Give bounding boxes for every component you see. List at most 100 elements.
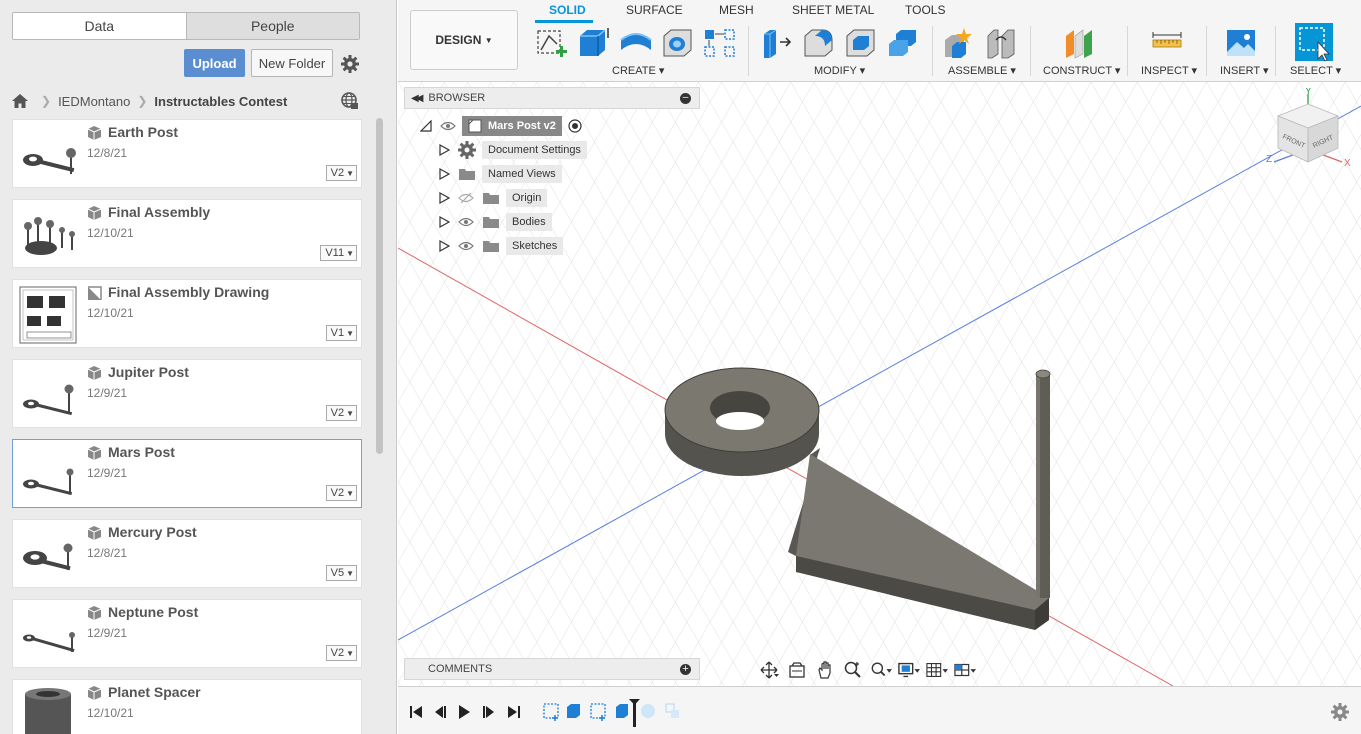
measure-icon[interactable] xyxy=(1150,26,1184,60)
go-to-end-icon[interactable] xyxy=(506,704,522,720)
activate-radio-icon[interactable] xyxy=(568,119,582,133)
inspect-menu[interactable]: INSPECT ▾ xyxy=(1141,64,1197,77)
press-pull-icon[interactable] xyxy=(760,26,794,60)
home-icon[interactable] xyxy=(12,94,28,108)
browser-root-row[interactable]: Mars Post v2 xyxy=(420,116,582,136)
browser-item-bodies[interactable]: Bodies xyxy=(438,212,552,232)
browser-item-origin[interactable]: Origin xyxy=(438,188,548,208)
step-forward-icon[interactable] xyxy=(481,704,497,720)
minimize-icon[interactable]: – xyxy=(680,93,691,104)
file-card[interactable]: Final Assembly Drawing 12/10/21 V1 ▼ xyxy=(12,279,362,348)
tab-sheet-metal[interactable]: SHEET METAL xyxy=(792,3,874,17)
file-card[interactable]: Jupiter Post 12/9/21 V2 ▼ xyxy=(12,359,362,428)
comments-panel[interactable]: COMMENTS + xyxy=(404,658,700,680)
zoom-icon[interactable] xyxy=(842,660,864,680)
go-to-start-icon[interactable] xyxy=(408,704,424,720)
expand-triangle-icon[interactable] xyxy=(438,240,450,252)
version-dropdown[interactable]: V2 ▼ xyxy=(325,485,357,501)
file-name[interactable]: Mars Post xyxy=(108,444,175,460)
expand-triangle-icon[interactable] xyxy=(438,192,450,204)
version-dropdown[interactable]: V2 ▼ xyxy=(325,645,357,661)
file-card[interactable]: Mercury Post 12/8/21 V5 ▼ xyxy=(12,519,362,588)
pan-icon[interactable] xyxy=(814,660,836,680)
timeline-features[interactable] xyxy=(542,699,687,727)
new-component-icon[interactable] xyxy=(942,26,976,60)
globe-icon[interactable] xyxy=(341,92,358,109)
create-menu[interactable]: CREATE ▾ xyxy=(612,64,664,77)
browser-item-document-settings[interactable]: Document Settings xyxy=(438,140,587,160)
eye-icon[interactable] xyxy=(458,216,474,228)
eye-hidden-icon[interactable] xyxy=(458,192,474,204)
extrude-icon[interactable] xyxy=(577,26,611,60)
browser-item-sketches[interactable]: Sketches xyxy=(438,236,564,256)
assemble-menu[interactable]: ASSEMBLE ▾ xyxy=(948,64,1016,77)
upload-button[interactable]: Upload xyxy=(184,49,245,77)
fit-icon[interactable] xyxy=(870,660,892,680)
file-card[interactable]: Neptune Post 12/9/21 V2 ▼ xyxy=(12,599,362,668)
tab-solid[interactable]: SOLID xyxy=(549,3,586,17)
grid-settings-icon[interactable] xyxy=(926,660,948,680)
browser-header[interactable]: ◀◀ BROWSER – xyxy=(404,87,700,109)
browser-item-named-views[interactable]: Named Views xyxy=(438,164,562,184)
file-name[interactable]: Earth Post xyxy=(108,124,178,140)
breadcrumb-project[interactable]: Instructables Contest xyxy=(154,94,287,109)
file-card[interactable]: Earth Post 12/8/21 V2 ▼ xyxy=(12,119,362,188)
file-name[interactable]: Planet Spacer xyxy=(108,684,201,700)
breadcrumb-team[interactable]: IEDMontano xyxy=(58,94,130,109)
new-folder-button[interactable]: New Folder xyxy=(251,49,333,77)
gear-icon[interactable] xyxy=(341,55,359,73)
expand-triangle-icon[interactable] xyxy=(438,216,450,228)
viewcube[interactable]: Y Z X FRONT RIGHT xyxy=(1264,88,1354,172)
file-card[interactable]: Planet Spacer 12/10/21 xyxy=(12,679,362,734)
play-icon[interactable] xyxy=(456,704,472,720)
revolve-icon[interactable] xyxy=(619,26,653,60)
tab-tools[interactable]: TOOLS xyxy=(905,3,945,17)
orbit-icon[interactable] xyxy=(758,660,780,680)
hole-icon[interactable] xyxy=(661,26,695,60)
select-menu[interactable]: SELECT ▾ xyxy=(1290,64,1341,77)
version-dropdown[interactable]: V2 ▼ xyxy=(325,405,357,421)
pattern-icon[interactable] xyxy=(703,26,737,60)
version-dropdown[interactable]: V5 ▼ xyxy=(325,565,357,581)
file-card-selected[interactable]: Mars Post 12/9/21 V2 ▼ xyxy=(12,439,362,508)
display-settings-icon[interactable] xyxy=(898,660,920,680)
modify-menu[interactable]: MODIFY ▾ xyxy=(814,64,865,77)
file-card[interactable]: Final Assembly 12/10/21 V11 ▼ xyxy=(12,199,362,268)
tab-people[interactable]: People xyxy=(185,13,359,39)
combine-icon[interactable] xyxy=(886,26,920,60)
expand-triangle-icon[interactable] xyxy=(420,120,432,132)
version-dropdown[interactable]: V1 ▼ xyxy=(325,325,357,341)
step-back-icon[interactable] xyxy=(432,704,448,720)
file-name[interactable]: Mercury Post xyxy=(108,524,197,540)
file-name[interactable]: Jupiter Post xyxy=(108,364,189,380)
version-dropdown[interactable]: V11 ▼ xyxy=(320,245,357,261)
shell-icon[interactable] xyxy=(844,26,878,60)
add-comment-icon[interactable]: + xyxy=(680,664,691,675)
select-icon[interactable] xyxy=(1294,22,1334,62)
eye-icon[interactable] xyxy=(458,240,474,252)
look-at-icon[interactable] xyxy=(786,660,808,680)
file-name[interactable]: Neptune Post xyxy=(108,604,198,620)
create-sketch-icon[interactable] xyxy=(535,26,569,60)
viewports-icon[interactable] xyxy=(954,660,976,680)
fillet-icon[interactable] xyxy=(802,26,836,60)
insert-image-icon[interactable] xyxy=(1224,26,1258,60)
insert-menu[interactable]: INSERT ▾ xyxy=(1220,64,1269,77)
expand-triangle-icon[interactable] xyxy=(438,144,450,156)
joint-icon[interactable] xyxy=(984,26,1018,60)
construct-menu[interactable]: CONSTRUCT ▾ xyxy=(1043,64,1120,77)
version-dropdown[interactable]: V2 ▼ xyxy=(325,165,357,181)
file-name[interactable]: Final Assembly Drawing xyxy=(108,284,269,300)
workspace-switcher[interactable]: DESIGN ▼ xyxy=(410,10,518,70)
offset-plane-icon[interactable] xyxy=(1062,26,1096,60)
tab-mesh[interactable]: MESH xyxy=(719,3,754,17)
file-name[interactable]: Final Assembly xyxy=(108,204,210,220)
expand-triangle-icon[interactable] xyxy=(438,168,450,180)
browser-root-item[interactable]: Mars Post v2 xyxy=(462,116,562,136)
collapse-panel-icon[interactable]: ◀◀ xyxy=(411,93,424,104)
tab-surface[interactable]: SURFACE xyxy=(626,3,683,17)
file-list-scrollbar[interactable] xyxy=(376,118,383,454)
tab-data[interactable]: Data xyxy=(13,13,186,39)
eye-icon[interactable] xyxy=(440,121,456,131)
timeline-settings-icon[interactable] xyxy=(1331,703,1349,721)
